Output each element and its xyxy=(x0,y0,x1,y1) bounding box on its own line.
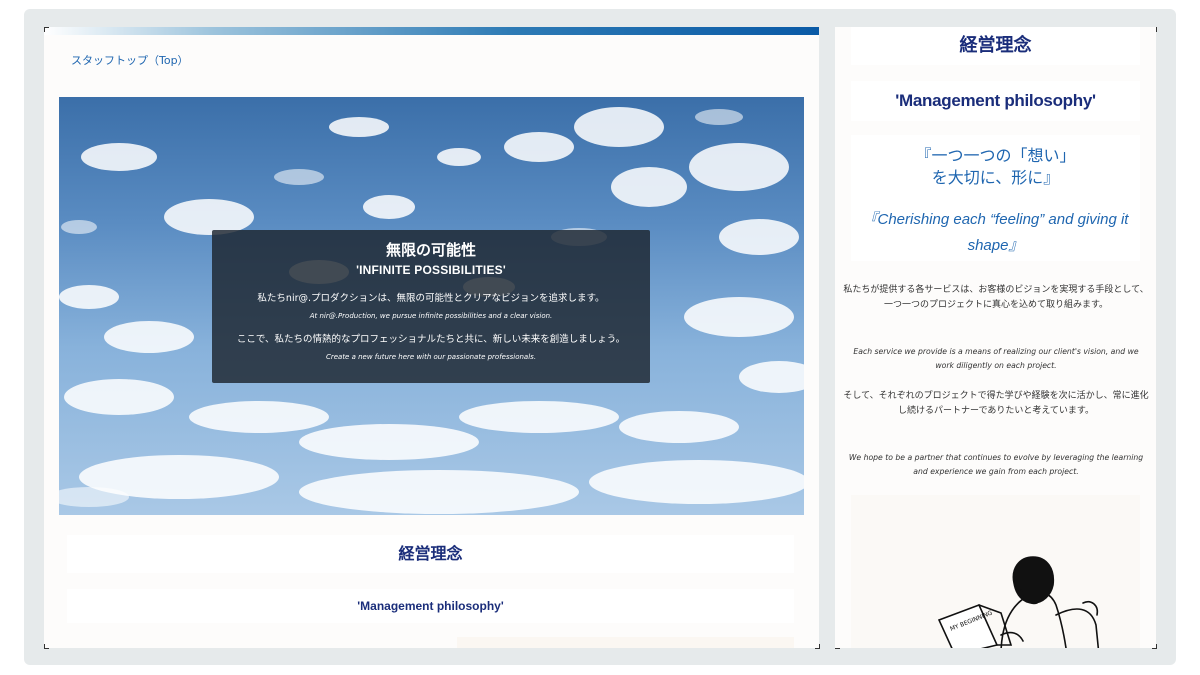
breadcrumb-staff-top-link[interactable]: スタッフトップ（Top） xyxy=(71,52,189,68)
paragraph-2-en: We hope to be a partner that continues t… xyxy=(848,453,1144,476)
hero-overlay-box: 無限の可能性 'INFINITE POSSIBILITIES' 私たちnir@.… xyxy=(212,230,650,383)
paragraph-1-en: Each service we provide is a means of re… xyxy=(853,347,1139,370)
section-subheading: 'Management philosophy' xyxy=(67,589,794,623)
hero-line2-jp: ここで、私たちの情熱的なプロフェッショナルたちと共に、新しい未来を創造しましょう… xyxy=(236,334,626,345)
corner-mark xyxy=(44,644,49,649)
hero-title: 無限の可能性 xyxy=(385,241,476,259)
sidebar-subheading: 'Management philosophy' xyxy=(851,81,1140,121)
sidebar-heading: 経営理念 xyxy=(851,27,1140,65)
corner-mark xyxy=(815,644,820,649)
hero-banner: 無限の可能性 'INFINITE POSSIBILITIES' 私たちnir@.… xyxy=(59,97,804,515)
main-content-panel[interactable]: スタッフトップ（Top） 無限の可能性 'INFINITE POSSIBILIT… xyxy=(44,27,819,648)
corner-mark xyxy=(44,27,49,32)
hero-line1-en: At nir@.Production, we pursue infinite p… xyxy=(309,312,553,320)
sidebar-panel[interactable]: 経営理念 'Management philosophy' 『一つ一つの「想い」 … xyxy=(835,27,1156,648)
paragraph-1-jp: 私たちが提供する各サービスは、お客様のビジョンを実現する手段として、一つ一つのプ… xyxy=(843,285,1149,310)
paragraph-2-jp: そして、それぞれのプロジェクトで得た学びや経験を次に活かし、常に進化し続けるパー… xyxy=(843,391,1149,416)
hero-line1-jp: 私たちnir@.プロダクションは、無限の可能性とクリアなビジョンを追求します。 xyxy=(257,293,605,304)
quote-jp-line1: 『一つ一つの「想い」 xyxy=(915,146,1076,165)
reading-girl-illustration: MY BEGINNING xyxy=(851,495,1140,648)
hero-subtitle: 'INFINITE POSSIBILITIES' xyxy=(356,263,506,277)
section-heading: 経営理念 xyxy=(67,535,794,573)
philosophy-quote-en: 『Cherishing each “feeling” and giving it… xyxy=(862,211,1129,254)
gradient-top-bar xyxy=(44,27,819,35)
illustration-svg: MY BEGINNING xyxy=(937,556,1100,648)
philosophy-quote-card: 『一つ一つの「想い」 を大切に、形に』 『Cherishing each “fe… xyxy=(851,135,1140,261)
philosophy-quote-jp: 『一つ一つの「想い」 を大切に、形に』 xyxy=(851,145,1140,189)
quote-jp-line2: を大切に、形に』 xyxy=(931,168,1060,187)
hero-line2-en: Create a new future here with our passio… xyxy=(325,353,537,361)
next-section-card xyxy=(457,637,794,648)
